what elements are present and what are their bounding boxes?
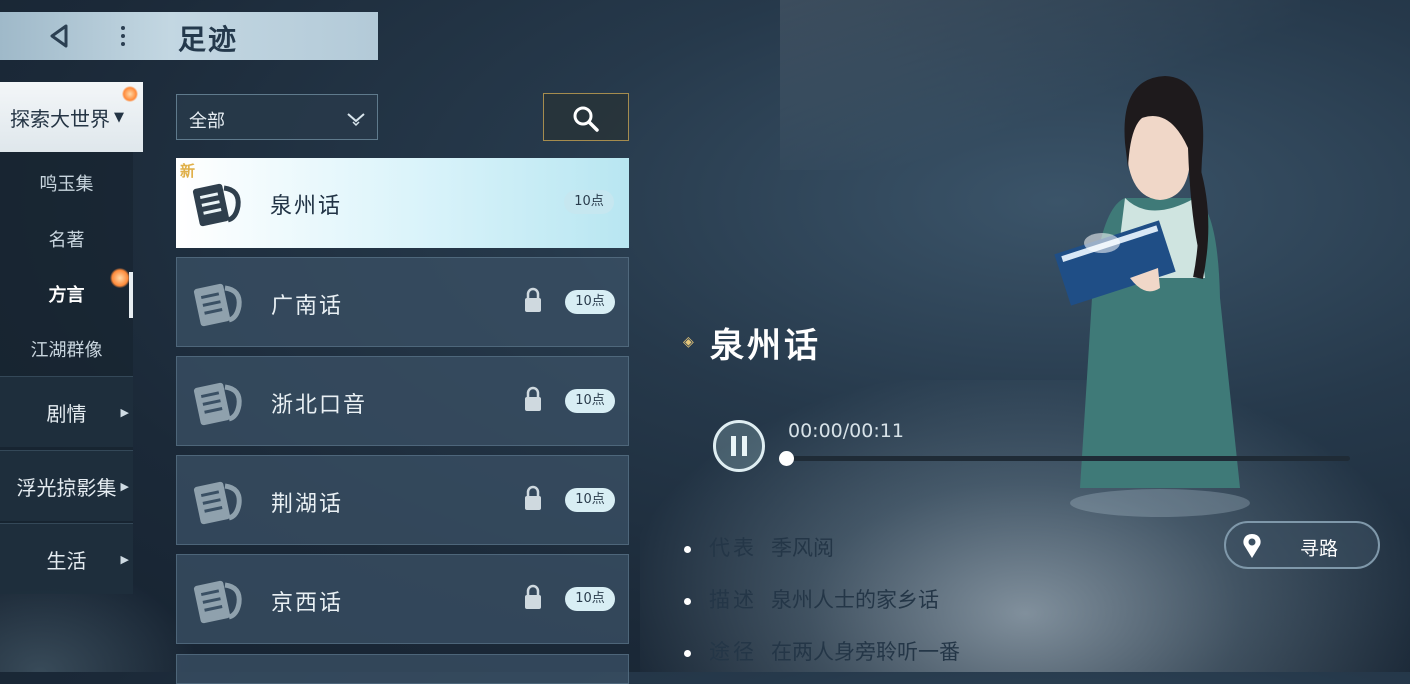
info-label: 代表 xyxy=(709,536,757,560)
list-item-zhebei[interactable]: 浙北口音 10点 xyxy=(176,356,629,446)
list-item-quanzhou[interactable]: 新 泉州话 10点 xyxy=(176,158,629,248)
list-item-partial[interactable] xyxy=(176,654,629,684)
active-indicator xyxy=(129,272,133,318)
lock-icon xyxy=(525,485,541,510)
audio-progress-track[interactable] xyxy=(786,456,1350,461)
info-label: 描述 xyxy=(709,588,757,612)
route-button-label: 寻路 xyxy=(1300,538,1339,560)
list-item-name: 京西话 xyxy=(271,591,344,616)
dialect-book-icon xyxy=(193,481,242,525)
info-representative: 代表 季风阅 xyxy=(684,532,834,562)
list-item-jingxi[interactable]: 京西话 10点 xyxy=(176,554,629,644)
list-item-name: 浙北口音 xyxy=(271,393,368,418)
lock-icon xyxy=(525,386,541,411)
subcategory-mingzhu[interactable]: 名著 xyxy=(0,226,133,252)
info-value: 在两人身旁聆听一番 xyxy=(771,640,960,664)
filter-value: 全部 xyxy=(189,111,225,132)
points-badge: 10点 xyxy=(565,488,615,512)
search-button[interactable] xyxy=(543,93,629,141)
category-label: 探索大世界 xyxy=(10,106,110,131)
filter-dropdown[interactable]: 全部 xyxy=(176,94,378,140)
page-title: 足迹 xyxy=(178,23,239,56)
category-life[interactable]: 生活 ▶ xyxy=(0,523,133,594)
category-story[interactable]: 剧情 ▶ xyxy=(0,376,133,447)
points-badge: 10点 xyxy=(565,587,615,611)
pause-button[interactable] xyxy=(713,420,765,472)
caret-right-icon: ▶ xyxy=(120,479,129,493)
audio-time: 00:00/00:11 xyxy=(788,420,904,442)
bullet-icon xyxy=(684,650,691,657)
info-value: 季风阅 xyxy=(771,536,834,560)
category-label: 生活 xyxy=(46,548,87,573)
list-item-guangnan[interactable]: 广南话 10点 xyxy=(176,257,629,347)
points-badge: 10点 xyxy=(564,190,614,214)
list-item-name: 荆湖话 xyxy=(271,492,344,517)
route-button[interactable]: 寻路 xyxy=(1224,521,1380,569)
pause-icon xyxy=(742,436,747,456)
detail-title: 泉州话 xyxy=(710,326,821,366)
chevron-down-icon xyxy=(347,113,365,127)
category-label: 剧情 xyxy=(46,401,87,426)
info-method: 途径 在两人身旁聆听一番 xyxy=(684,636,960,666)
lock-icon xyxy=(525,287,541,312)
header-bar: 足迹 xyxy=(0,12,378,60)
audio-progress-knob[interactable] xyxy=(778,451,794,466)
dialect-book-icon xyxy=(193,382,242,426)
subcategory-jianghu[interactable]: 江湖群像 xyxy=(0,336,133,362)
info-description: 描述 泉州人士的家乡话 xyxy=(684,584,939,614)
dialect-book-icon xyxy=(193,580,242,624)
category-label: 浮光掠影集 xyxy=(16,475,117,500)
list-item-name: 泉州话 xyxy=(270,194,343,219)
character-reading-book xyxy=(1054,76,1250,517)
notification-orb-icon xyxy=(122,86,138,102)
list-item-jinghu[interactable]: 荆湖话 10点 xyxy=(176,455,629,545)
more-dots-icon[interactable] xyxy=(118,22,128,50)
info-value: 泉州人士的家乡话 xyxy=(771,588,939,612)
points-badge: 10点 xyxy=(565,290,615,314)
back-arrow-icon[interactable] xyxy=(46,22,74,50)
category-fuguang[interactable]: 浮光掠影集 ▶ xyxy=(0,450,133,521)
caret-down-icon: ▼ xyxy=(114,109,124,125)
title-diamond-icon: ◈ xyxy=(683,334,694,350)
lock-icon xyxy=(525,584,541,609)
location-pin-icon xyxy=(1243,534,1261,558)
caret-right-icon: ▶ xyxy=(120,552,129,566)
bullet-icon xyxy=(684,598,691,605)
pause-icon xyxy=(731,436,736,456)
subcategory-mingyuji[interactable]: 鸣玉集 xyxy=(0,170,133,196)
points-badge: 10点 xyxy=(565,389,615,413)
notification-orb-icon xyxy=(110,268,130,288)
info-label: 途径 xyxy=(709,640,757,664)
bullet-icon xyxy=(684,546,691,553)
dialect-book-icon xyxy=(193,283,242,327)
caret-right-icon: ▶ xyxy=(120,405,129,419)
list-item-name: 广南话 xyxy=(271,294,344,319)
search-icon xyxy=(573,106,599,132)
dialect-book-icon xyxy=(192,183,241,227)
